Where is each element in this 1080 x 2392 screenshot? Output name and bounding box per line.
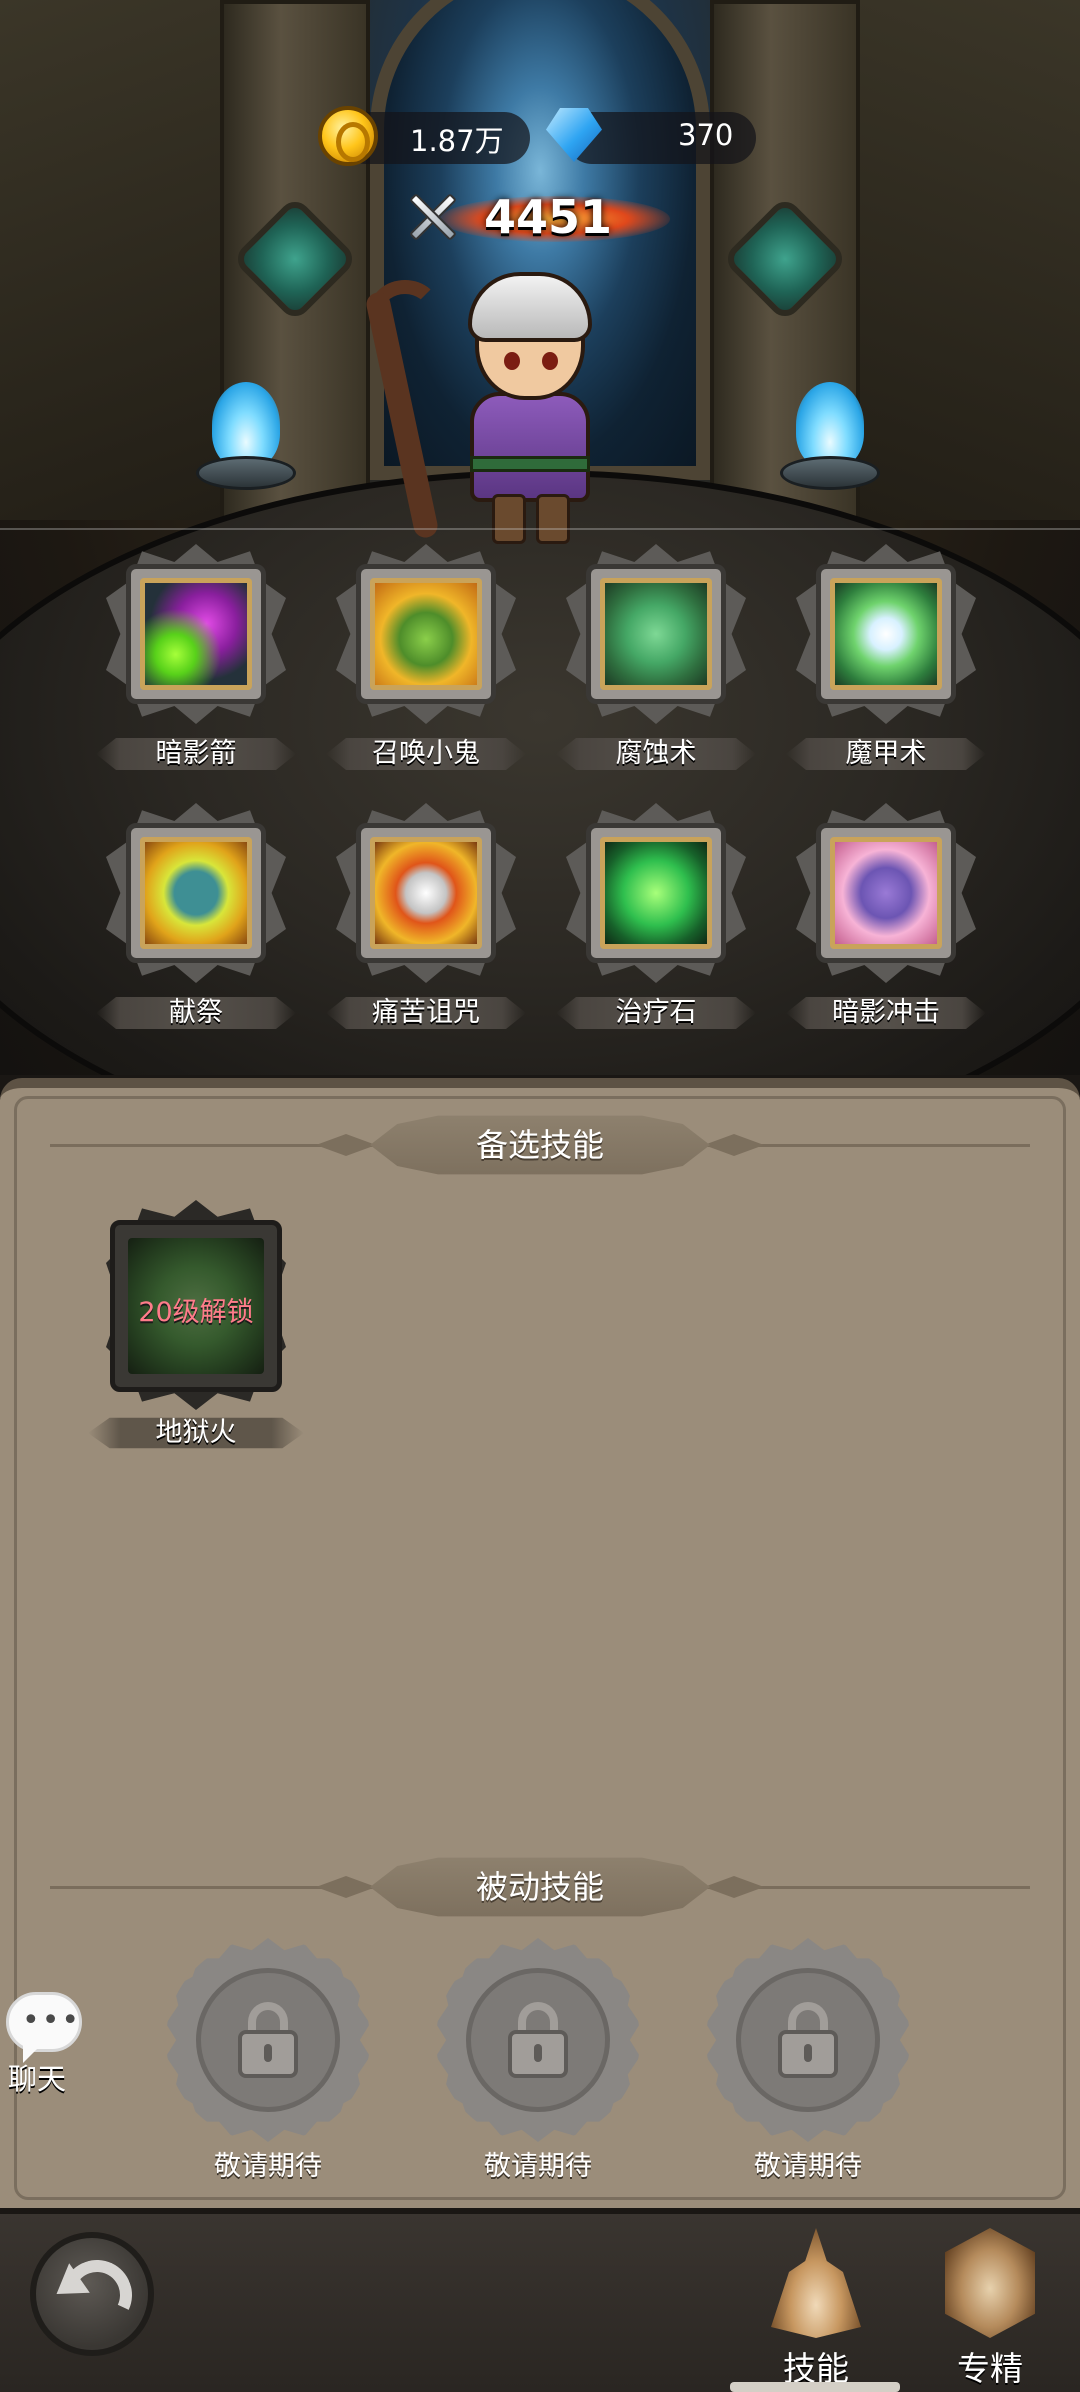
chat-button[interactable]: ••• 聊天 <box>4 1992 84 2102</box>
gem-amount: 370 <box>678 118 734 152</box>
skill-slot[interactable]: 治疗石 <box>556 803 756 1053</box>
skill-name: 腐蚀术 <box>615 738 697 769</box>
back-button[interactable] <box>30 2232 154 2356</box>
crossed-swords-icon <box>402 188 462 248</box>
skill-slot[interactable]: 暗影箭 <box>96 544 296 794</box>
shadow-bolt-icon <box>140 578 252 690</box>
alt-skills-header: 备选技能 <box>0 1110 1080 1180</box>
summon-imp-icon <box>370 578 482 690</box>
skill-name: 暗影箭 <box>155 738 237 769</box>
section-title: 被动技能 <box>475 1868 604 1906</box>
skill-slot[interactable]: 召唤小鬼 <box>326 544 526 794</box>
skill-name: 痛苦诅咒 <box>372 997 480 1028</box>
curse-of-agony-icon <box>370 837 482 949</box>
skill-slot[interactable]: 暗影冲击 <box>786 803 986 1053</box>
skill-slot[interactable]: 痛苦诅咒 <box>326 803 526 1053</box>
specialization-emblem-icon <box>945 2228 1035 2338</box>
chat-label: 聊天 <box>8 2062 67 2096</box>
corruption-icon <box>600 578 712 690</box>
left-brazier <box>186 380 306 490</box>
rune-icon <box>231 195 359 323</box>
section-title: 备选技能 <box>475 1126 604 1164</box>
skill-slot[interactable]: 魔甲术 <box>786 544 986 794</box>
passive-skill-slot[interactable]: 敬请期待 <box>158 1938 378 2182</box>
skill-name: 治疗石 <box>615 997 697 1028</box>
hero-scene: 1.87万 370 4451 暗影箭 召唤小鬼 腐蚀术 魔甲术 献祭 痛苦诅咒 … <box>0 0 1080 1075</box>
alt-skill-slot[interactable]: 20级解锁 地狱火 <box>88 1200 304 1460</box>
gold-amount: 1.87万 <box>410 124 504 158</box>
skill-slot[interactable]: 献祭 <box>96 803 296 1053</box>
unlock-requirement: 20级解锁 <box>138 1297 254 1328</box>
gold-coin-icon <box>318 106 378 166</box>
skill-name: 召唤小鬼 <box>372 738 480 769</box>
passive-skills-header: 被动技能 <box>0 1852 1080 1922</box>
skill-book-icon <box>771 2228 861 2338</box>
tab-specialization[interactable]: 专精 <box>920 2222 1060 2392</box>
passive-label: 敬请期待 <box>754 2151 862 2182</box>
healthstone-icon <box>600 837 712 949</box>
passive-skill-slot[interactable]: 敬请期待 <box>428 1938 648 2182</box>
skill-name: 地狱火 <box>155 1417 237 1448</box>
combat-power: 4451 <box>484 190 613 244</box>
immolate-icon <box>140 837 252 949</box>
demon-armor-icon <box>830 578 942 690</box>
passive-skill-slot[interactable]: 敬请期待 <box>698 1938 918 2182</box>
skill-name: 献祭 <box>169 997 223 1028</box>
tab-label: 专精 <box>957 2349 1023 2388</box>
skill-slot[interactable]: 腐蚀术 <box>556 544 756 794</box>
tab-skills[interactable]: 技能 <box>746 2222 886 2392</box>
rune-icon <box>721 195 849 323</box>
right-wall <box>860 0 1080 520</box>
passive-label: 敬请期待 <box>484 2151 592 2182</box>
skill-name: 魔甲术 <box>845 738 927 769</box>
right-brazier <box>770 380 890 490</box>
divider <box>0 528 1080 530</box>
skill-name: 暗影冲击 <box>832 997 940 1028</box>
passive-label: 敬请期待 <box>214 2151 322 2182</box>
bottom-nav <box>0 2208 1080 2392</box>
shadow-shock-icon <box>830 837 942 949</box>
hero-character[interactable] <box>364 272 630 550</box>
active-tab-indicator <box>730 2382 900 2392</box>
